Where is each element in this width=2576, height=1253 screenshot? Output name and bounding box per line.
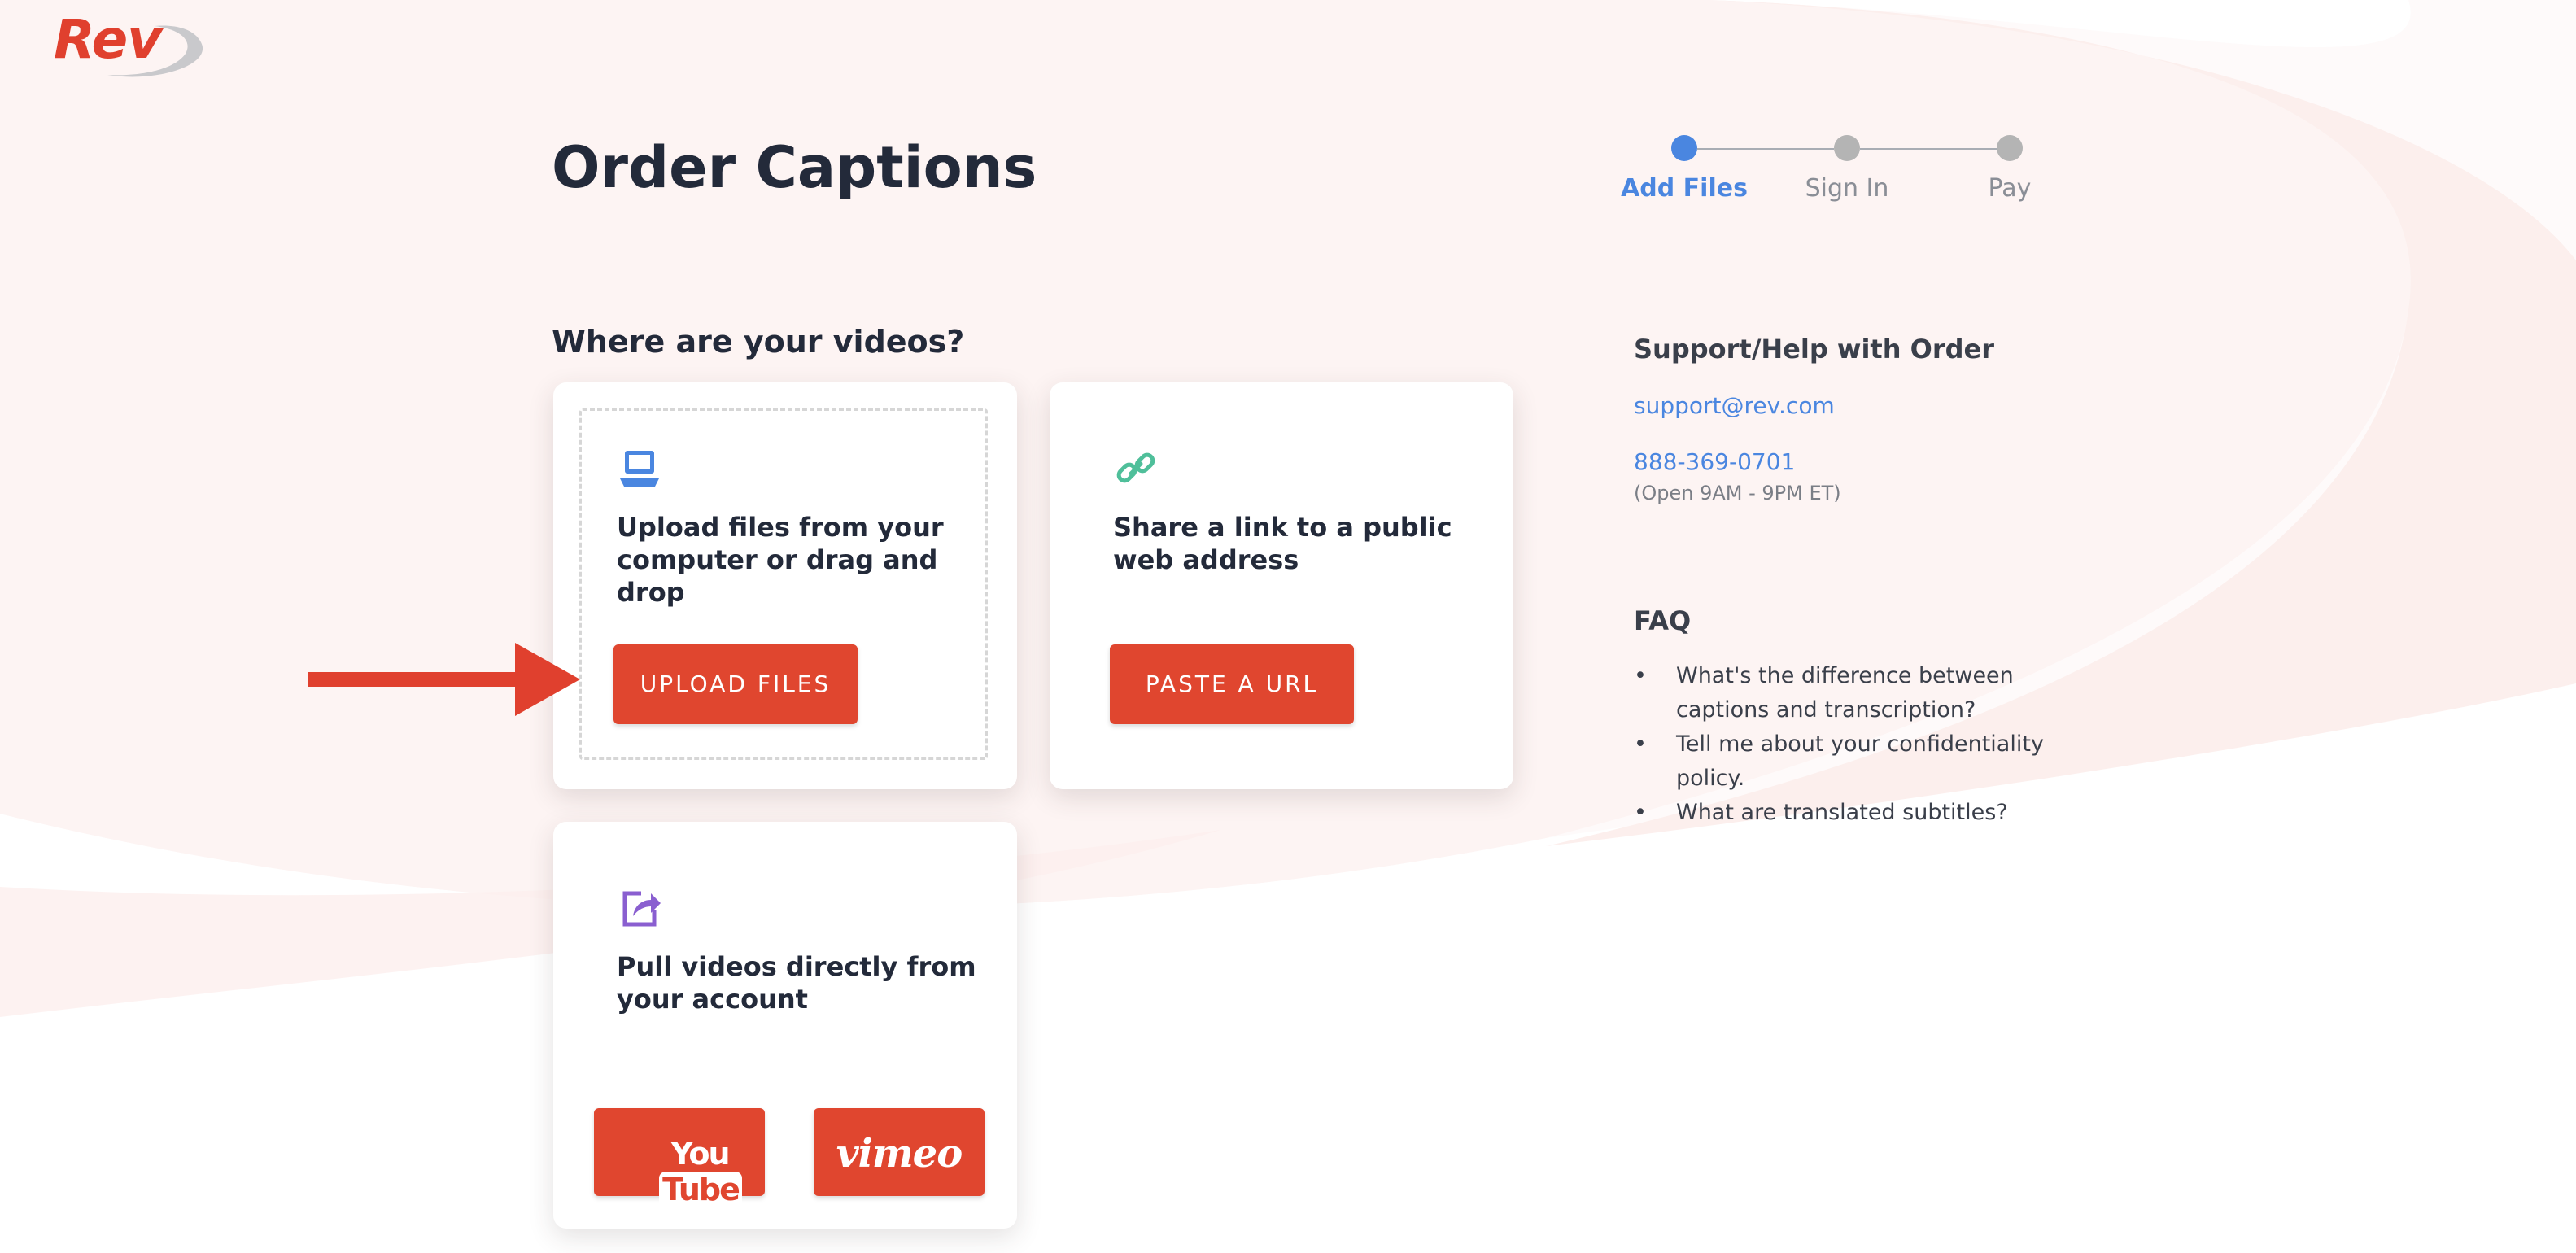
red-arrow-icon bbox=[308, 643, 580, 716]
faq-item-text: What are translated subtitles? bbox=[1676, 800, 2008, 825]
bullet-icon: • bbox=[1634, 800, 1647, 825]
section-title: Where are your videos? bbox=[552, 324, 965, 360]
step-dot-icon bbox=[1671, 135, 1697, 161]
step-label: Add Files bbox=[1621, 174, 1748, 203]
page-title: Order Captions bbox=[552, 134, 1037, 201]
support-heading: Support/Help with Order bbox=[1634, 334, 1995, 365]
youtube-label-tube: Tube bbox=[659, 1172, 742, 1207]
upload-card: Upload files from your computer or drag … bbox=[553, 382, 1017, 789]
support-hours: (Open 9AM - 9PM ET) bbox=[1634, 482, 1841, 504]
link-icon bbox=[1116, 452, 1155, 483]
account-card: Pull videos directly from your account Y… bbox=[553, 822, 1017, 1229]
bullet-icon: • bbox=[1634, 731, 1647, 757]
rev-logo[interactable]: Rev bbox=[50, 8, 210, 81]
support-section: Support/Help with Order support@rev.com … bbox=[1634, 334, 2089, 504]
faq-heading: FAQ bbox=[1634, 605, 1692, 636]
faq-item[interactable]: • Tell me about your confidentiality pol… bbox=[1634, 727, 2089, 796]
faq-section: FAQ • What's the difference between capt… bbox=[1634, 605, 2089, 830]
vimeo-button[interactable]: vimeo bbox=[814, 1108, 985, 1196]
step-pay: Pay bbox=[1928, 130, 2091, 203]
share-icon bbox=[622, 891, 661, 927]
support-phone-link[interactable]: 888-369-0701 bbox=[1634, 448, 2089, 475]
faq-item[interactable]: • What's the difference between captions… bbox=[1634, 659, 2089, 727]
faq-list: • What's the difference between captions… bbox=[1634, 659, 2089, 830]
bullet-icon: • bbox=[1634, 663, 1647, 688]
faq-item-text: What's the difference between captions a… bbox=[1676, 663, 2014, 723]
support-email-link[interactable]: support@rev.com bbox=[1634, 392, 2089, 419]
account-card-text: Pull videos directly from your account bbox=[617, 951, 976, 1015]
upload-files-button[interactable]: UPLOAD FILES bbox=[613, 644, 858, 724]
progress-stepper: Add Files Sign In Pay bbox=[1603, 130, 2034, 220]
youtube-button[interactable]: YouTube bbox=[594, 1108, 765, 1207]
step-add-files: Add Files bbox=[1603, 130, 1766, 203]
paste-url-button[interactable]: PASTE A URL bbox=[1110, 644, 1354, 724]
faq-item-text: Tell me about your confidentiality polic… bbox=[1676, 731, 2044, 791]
youtube-label-you: You bbox=[670, 1136, 730, 1172]
faq-item[interactable]: • What are translated subtitles? bbox=[1634, 796, 2089, 830]
step-dot-icon bbox=[1997, 135, 2023, 161]
step-sign-in: Sign In bbox=[1766, 130, 1928, 203]
youtube-logo-icon: YouTube bbox=[635, 1136, 765, 1207]
logo-text: Rev bbox=[54, 8, 162, 71]
step-label: Sign In bbox=[1805, 174, 1889, 203]
vimeo-logo-icon: vimeo bbox=[836, 1131, 963, 1177]
step-dot-icon bbox=[1834, 135, 1860, 161]
laptop-icon bbox=[620, 451, 659, 487]
url-card: Share a link to a public web address PAS… bbox=[1050, 382, 1513, 789]
step-label: Pay bbox=[1988, 174, 2032, 203]
upload-card-text: Upload files from your computer or drag … bbox=[617, 512, 944, 608]
url-card-text: Share a link to a public web address bbox=[1113, 512, 1452, 575]
